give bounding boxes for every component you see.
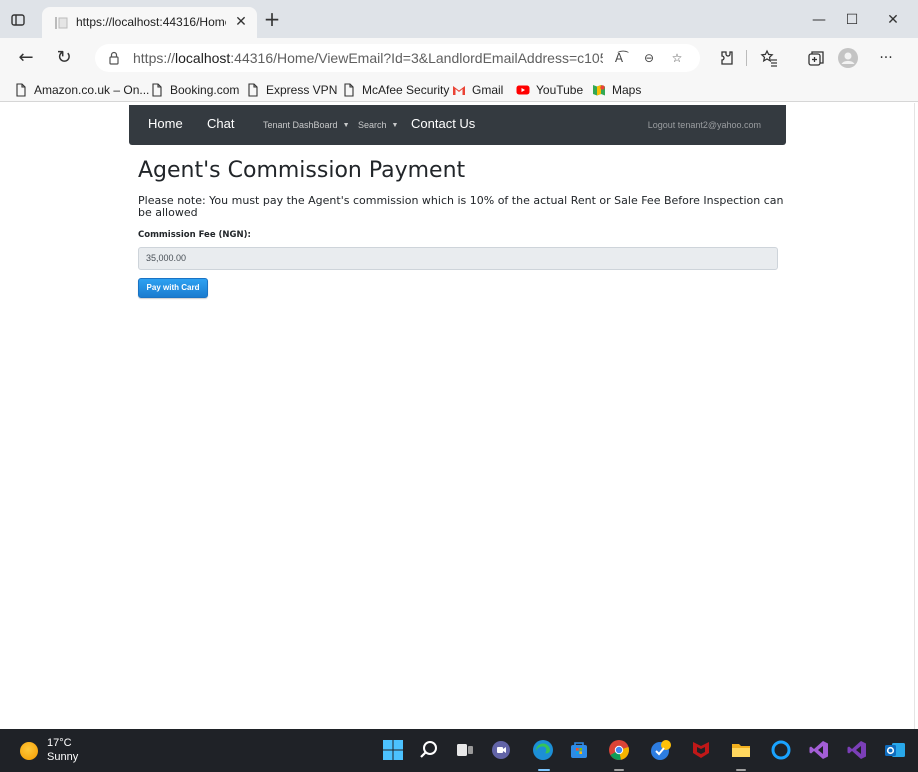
weather-temperature[interactable]: 17°C (47, 737, 72, 749)
nav-contact-us[interactable]: Contact Us (411, 116, 475, 131)
file-explorer-icon[interactable] (730, 739, 752, 761)
nav-search-label: Search (358, 120, 387, 130)
minimize-icon[interactable]: — (807, 8, 831, 32)
bookmark-label: Express VPN (266, 83, 338, 97)
bookmark-label: YouTube (536, 83, 584, 97)
page-viewport: Home Chat Tenant DashBoard ▼ Search ▼ Cont… (0, 103, 914, 729)
extensions-icon[interactable] (716, 48, 736, 68)
youtube-icon (516, 85, 530, 95)
page-icon (152, 83, 162, 97)
task-view-icon[interactable] (454, 739, 476, 761)
chrome-icon[interactable] (608, 739, 630, 761)
bookmark-booking[interactable]: Booking.com (150, 82, 239, 98)
commission-fee-label: Commission Fee (NGN): (138, 230, 251, 240)
bookmark-label: Maps (612, 83, 642, 97)
sun-icon[interactable] (20, 742, 38, 760)
back-icon[interactable]: ← (16, 48, 36, 68)
weather-condition[interactable]: Sunny (47, 751, 78, 763)
start-icon[interactable] (382, 739, 404, 761)
bookmark-label: Gmail (472, 83, 504, 97)
profile-avatar-icon[interactable] (838, 48, 858, 68)
nav-tenant-dashboard-dropdown[interactable]: Tenant DashBoard ▼ (263, 120, 350, 130)
bookmark-maps[interactable]: Maps (592, 82, 641, 98)
bookmark-mcafee[interactable]: McAfee Security (342, 82, 449, 98)
bookmark-label: Booking.com (170, 83, 240, 97)
bookmark-youtube[interactable]: YouTube (516, 82, 583, 98)
refresh-icon[interactable]: ↻ (54, 48, 74, 68)
favorite-star-icon[interactable]: ☆ (669, 50, 685, 66)
tab-close-icon[interactable]: ✕ (233, 14, 249, 30)
nav-chat[interactable]: Chat (207, 116, 234, 131)
store-icon[interactable] (568, 739, 590, 761)
outlook-icon[interactable] (884, 739, 906, 761)
site-navbar: Home Chat Tenant DashBoard ▼ Search ▼ Cont… (129, 105, 786, 145)
nav-home[interactable]: Home (148, 116, 183, 131)
address-bar[interactable]: https://localhost:44316/Home/ViewEmail?I… (95, 44, 700, 72)
caret-down-icon: ▼ (391, 122, 399, 129)
payment-note: Please note: You must pay the Agent's co… (138, 194, 784, 219)
visual-studio-icon[interactable] (808, 739, 830, 761)
browser-toolbar: ← ↻ https://localhost:44316/Home/ViewEma… (0, 38, 918, 78)
mcafee-icon[interactable] (690, 739, 712, 761)
maps-icon (593, 85, 605, 96)
url-text: https://localhost:44316/Home/ViewEmail?I… (133, 50, 603, 66)
more-options-icon[interactable]: ··· (876, 48, 896, 68)
feedback-hub-icon[interactable] (650, 739, 672, 761)
cortana-icon[interactable] (770, 739, 792, 761)
bookmark-amazon[interactable]: Amazon.co.uk – On... (14, 82, 149, 98)
bookmark-label: McAfee Security (362, 83, 450, 97)
favorites-icon[interactable] (759, 48, 779, 68)
bookmarks-bar: Amazon.co.uk – On... Booking.com Express… (0, 78, 918, 102)
browser-tab[interactable]: https://localhost:44316/Home/V ✕ (42, 7, 257, 38)
page-icon (344, 83, 354, 97)
nav-tenant-dashboard-label: Tenant DashBoard (263, 120, 338, 130)
zoom-icon[interactable]: ⊖ (641, 50, 657, 66)
teams-chat-icon[interactable] (490, 739, 512, 761)
nav-search-dropdown[interactable]: Search ▼ (358, 120, 398, 130)
windows-taskbar: 17°C Sunny (0, 729, 918, 772)
collections-icon[interactable] (806, 48, 826, 68)
pay-with-card-button[interactable]: Pay with Card (138, 278, 208, 298)
page-favicon-icon (55, 17, 68, 29)
caret-down-icon: ▼ (342, 122, 350, 129)
visual-studio-2-icon[interactable] (846, 739, 868, 761)
tab-title: https://localhost:44316/Home/V (76, 15, 226, 29)
close-window-icon[interactable]: ✕ (881, 8, 905, 32)
page-title: Agent's Commission Payment (138, 158, 466, 183)
browser-titlebar: https://localhost:44316/Home/V ✕ + — ☐ ✕ (0, 0, 918, 38)
toolbar-divider (746, 50, 747, 66)
edge-active-indicator (538, 769, 550, 771)
page-icon (248, 83, 258, 97)
search-icon[interactable] (418, 739, 440, 761)
scrollbar-track[interactable] (914, 103, 918, 729)
tab-actions-icon[interactable] (10, 12, 26, 28)
bookmark-gmail[interactable]: Gmail (452, 82, 503, 98)
gmail-icon (453, 86, 465, 95)
new-tab-icon[interactable]: + (263, 9, 281, 29)
read-aloud-icon[interactable]: A͡ (611, 50, 627, 66)
bookmark-label: Amazon.co.uk – On... (34, 83, 150, 97)
lock-icon[interactable] (107, 51, 121, 65)
page-icon (16, 83, 26, 97)
edge-icon[interactable] (532, 739, 554, 761)
explorer-active-indicator (736, 769, 746, 771)
maximize-icon[interactable]: ☐ (840, 8, 864, 32)
commission-fee-input[interactable]: 35,000.00 (138, 247, 778, 270)
chrome-active-indicator (614, 769, 624, 771)
nav-logout[interactable]: Logout tenant2@yahoo.com (648, 120, 761, 130)
bookmark-express-vpn[interactable]: Express VPN (246, 82, 337, 98)
